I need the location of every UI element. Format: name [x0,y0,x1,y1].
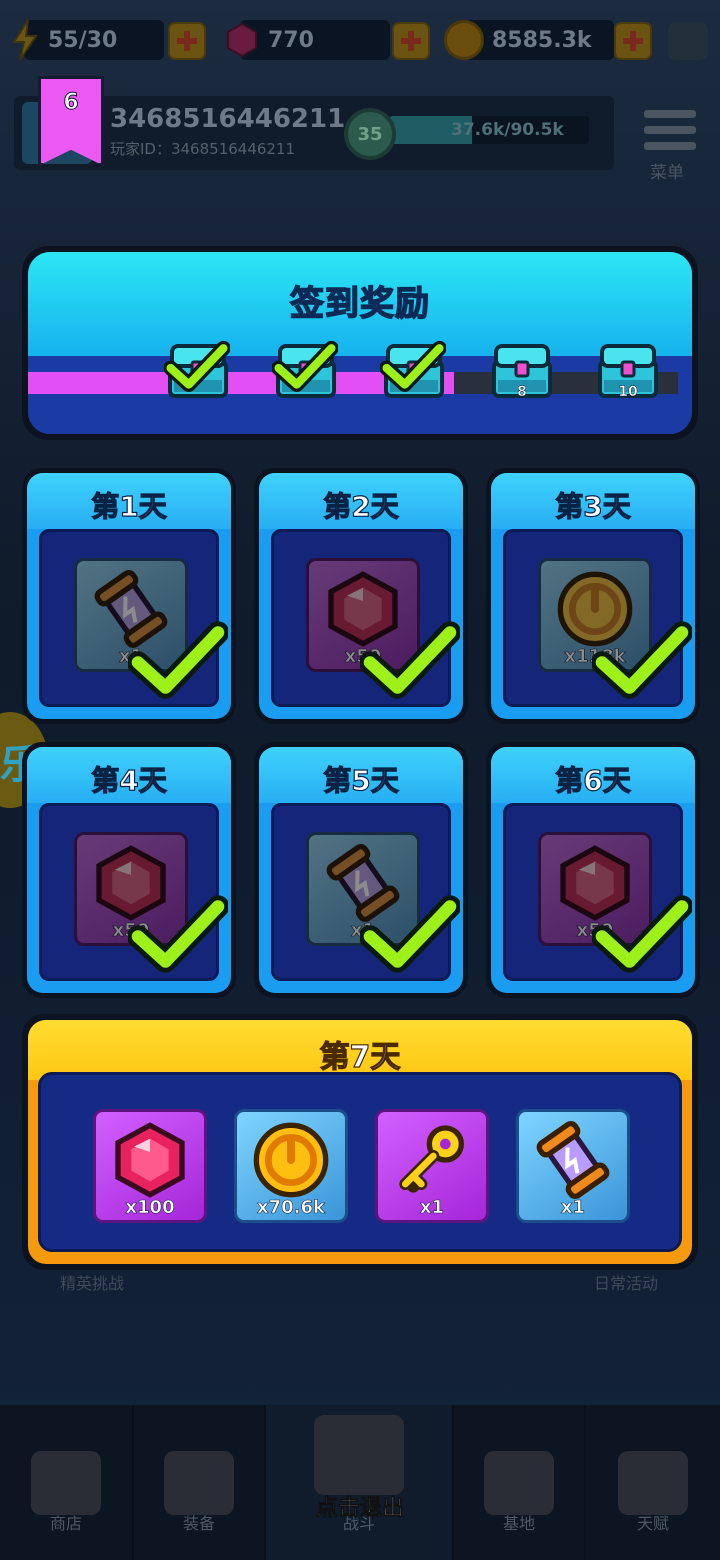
day-count-value: 6 [63,90,79,116]
milestone-chest-label: 8 [517,384,527,401]
day7-reward-tile: x1 [516,1109,630,1223]
day7-rewards: x100 x70.6k x1 x1 [38,1072,682,1252]
reward-amount: x70.6k [257,1197,326,1219]
player-name: 3468516446211 [110,104,346,134]
day7-card[interactable]: 第7天 x100 x70.6k x1 x1 [22,1014,698,1270]
claimed-check-icon [590,620,694,704]
reward-amount: x1 [560,1197,586,1219]
milestone-chest-icon[interactable]: 10 [596,340,660,400]
daily-activity-label: 日常活动 [594,1274,659,1293]
nav-equipment[interactable]: 装备 [134,1405,266,1560]
coin-icon [444,20,484,60]
menu-button[interactable]: 菜单 [630,96,710,186]
nav-talent[interactable]: 天赋 [586,1405,720,1560]
milestone-chest-icon[interactable]: 8 [490,340,554,400]
claimed-check-icon [379,340,447,397]
nav-battle[interactable]: 战斗 [266,1405,454,1560]
day-card-label: 第1天 [91,489,168,523]
add-coins-button[interactable] [614,22,652,60]
coin-value: 8585.3k [492,27,592,53]
claimed-check-icon [590,894,694,978]
lightning-icon [12,19,38,61]
add-energy-button[interactable] [168,22,206,60]
battle-icon [314,1415,404,1495]
day-card-label: 第4天 [91,763,168,797]
gem-counter: 770 [220,18,435,62]
player-profile[interactable]: 3468516446211 玩家ID：3468516446211 37.6k/9… [14,96,614,170]
shield-icon[interactable] [668,22,708,60]
xp-bar: 37.6k/90.5k [389,116,589,144]
gem-value: 770 [268,27,314,53]
energy-counter: 55/30 [0,18,215,62]
add-gems-button[interactable] [392,22,430,60]
day7-label: 第7天 [319,1039,401,1075]
level-badge: 35 [344,108,396,160]
day-card-label: 第5天 [323,763,400,797]
claimed-check-icon [358,894,462,978]
day7-reward-tile: x70.6k [234,1109,348,1223]
energy-value: 55/30 [48,27,118,53]
player-id: 玩家ID：3468516446211 [110,140,296,158]
progress-track [28,356,692,434]
reward-amount: x1 [419,1197,445,1219]
menu-label: 菜单 [650,163,684,183]
claimed-check-icon [358,620,462,704]
day7-reward-tile: x1 [375,1109,489,1223]
reward-amount: x100 [125,1197,175,1219]
claimed-check-icon [126,894,230,978]
gem-icon [227,22,257,58]
milestone-chest-label: 10 [618,384,638,401]
xp-text: 37.6k/90.5k [451,120,564,140]
nav-shop[interactable]: 商店 [0,1405,134,1560]
tap-to-exit-hint[interactable]: 点击退出 [0,1490,720,1522]
day-card-label: 第2天 [323,489,400,523]
day7-reward-tile: x100 [93,1109,207,1223]
day-card-label: 第3天 [555,489,632,523]
dialog-title: 签到奖励 [289,283,430,325]
claimed-check-icon [163,340,231,397]
claimed-check-icon [126,620,230,704]
bottom-nav: 商店 装备 战斗 基地 天赋 [0,1405,720,1560]
nav-base[interactable]: 基地 [454,1405,586,1560]
claimed-check-icon [271,340,339,397]
elite-challenge-label: 精英挑战 [60,1274,125,1293]
coin-counter: 8585.3k [440,18,660,62]
resource-bar: 55/30 770 8585.3k [0,18,720,68]
day-card-label: 第6天 [555,763,632,797]
